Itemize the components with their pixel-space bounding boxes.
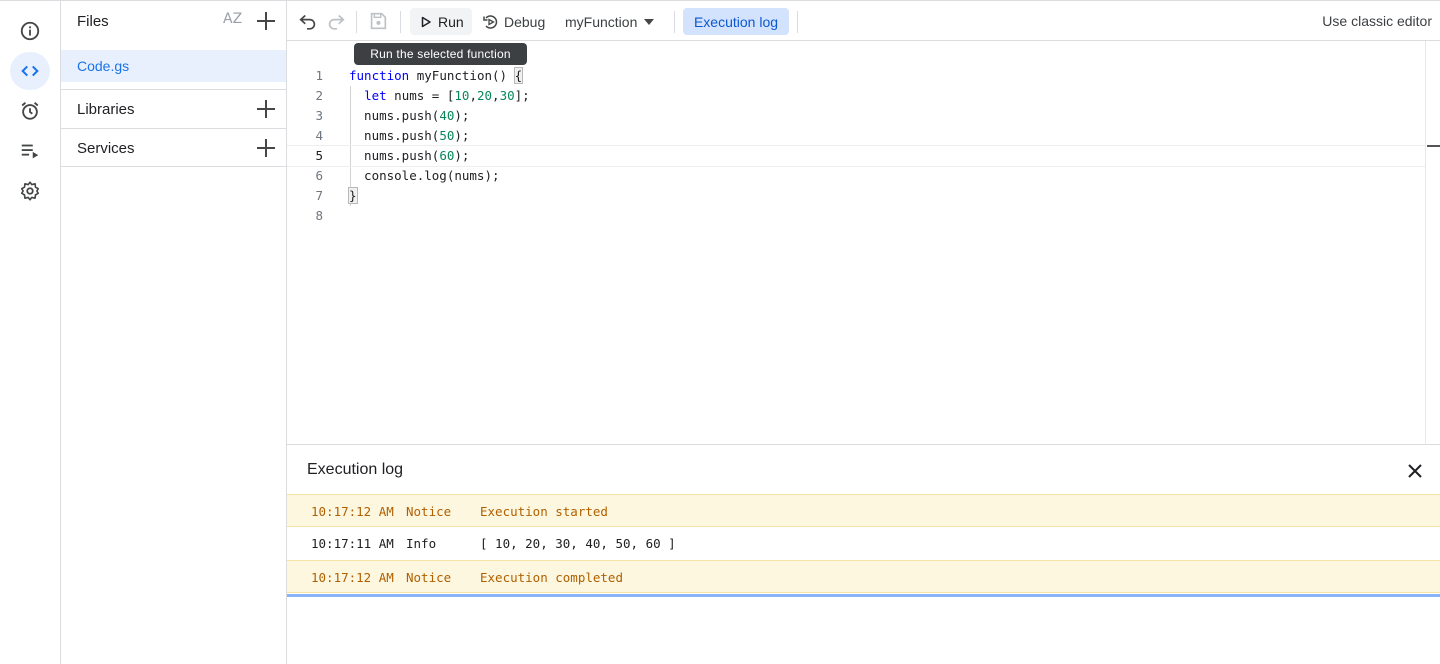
- log-end-indicator: [287, 594, 1440, 597]
- gear-icon: [20, 181, 40, 201]
- use-classic-editor-link[interactable]: Use classic editor: [1322, 13, 1432, 29]
- log-row: 10:17:12 AM Notice Execution started: [287, 494, 1440, 527]
- libraries-label: Libraries: [77, 101, 135, 118]
- code-line[interactable]: 3 nums.push(40);: [287, 106, 1425, 126]
- toolbar-divider: [797, 11, 798, 33]
- log-time: 10:17:11 AM: [311, 536, 394, 551]
- function-select[interactable]: myFunction: [565, 8, 655, 35]
- log-level: Info: [406, 536, 437, 551]
- run-button[interactable]: Run: [410, 8, 472, 35]
- code-line-text: let nums = [10,20,30];: [364, 88, 530, 103]
- line-number: 8: [315, 208, 323, 223]
- file-item-label: Code.gs: [77, 58, 130, 74]
- editor-button[interactable]: [10, 52, 50, 90]
- line-number: 4: [315, 128, 323, 143]
- code-line[interactable]: 4 nums.push(50);: [287, 126, 1425, 146]
- code-line[interactable]: 7 }: [287, 186, 1425, 206]
- log-level: Notice: [406, 504, 452, 519]
- services-label: Services: [77, 140, 135, 157]
- line-number: 5: [315, 148, 323, 163]
- debug-label: Debug: [504, 13, 546, 30]
- log-time: 10:17:12 AM: [311, 570, 394, 585]
- editor-toolbar: Run Debug myFunction Execution log Use c…: [287, 0, 1440, 41]
- code-line[interactable]: 6 console.log(nums);: [287, 166, 1425, 186]
- execution-log-label: Execution log: [693, 13, 779, 30]
- code-line-text: nums.push(60);: [349, 148, 470, 163]
- function-select-value: myFunction: [565, 13, 638, 30]
- executions-button[interactable]: [10, 132, 50, 170]
- toolbar-divider: [674, 11, 675, 33]
- files-panel: Files AZ Code.gs Libraries Services: [61, 0, 287, 664]
- executions-icon: [21, 144, 39, 159]
- log-row: 10:17:11 AM Info [ 10, 20, 30, 40, 50, 6…: [287, 527, 1440, 560]
- toolbar-divider: [400, 11, 401, 33]
- line-number: 1: [315, 68, 323, 83]
- debug-icon: [483, 14, 498, 29]
- undo-icon[interactable]: [297, 10, 319, 32]
- code-line[interactable]: 1 function myFunction() {: [287, 66, 1425, 86]
- run-tooltip: Run the selected function: [354, 43, 527, 65]
- code-editor[interactable]: 1 function myFunction() { 2 let nums = […: [287, 41, 1440, 444]
- code-line-text: function myFunction() {: [349, 67, 524, 84]
- log-row: 10:17:12 AM Notice Execution completed: [287, 560, 1440, 593]
- code-icon: [21, 65, 39, 77]
- file-item-code-gs[interactable]: Code.gs: [61, 50, 286, 82]
- line-number: 2: [315, 88, 323, 103]
- overview-button[interactable]: [10, 12, 50, 50]
- run-label: Run: [438, 13, 464, 30]
- log-message: Execution started: [480, 504, 608, 519]
- info-icon: [20, 21, 40, 41]
- save-icon[interactable]: [367, 10, 389, 32]
- play-icon: [421, 16, 431, 27]
- log-level: Notice: [406, 570, 452, 585]
- cursor-position-marker: [1427, 145, 1440, 147]
- add-library-icon[interactable]: [255, 98, 277, 120]
- redo-icon[interactable]: [325, 10, 347, 32]
- line-number: 3: [315, 108, 323, 123]
- alarm-icon: [21, 102, 39, 120]
- files-header: Files AZ: [61, 1, 287, 42]
- code-line-text: nums.push(40);: [349, 108, 470, 123]
- debug-button[interactable]: Debug: [483, 8, 545, 35]
- code-line-current[interactable]: 5 nums.push(60);: [287, 145, 1425, 167]
- line-number: 7: [315, 188, 323, 203]
- code-line-text: console.log(nums);: [349, 168, 500, 183]
- editor-scrollbar-track[interactable]: [1425, 41, 1426, 444]
- toolbar-divider: [356, 11, 357, 33]
- chevron-down-icon: [644, 18, 655, 25]
- execution-log-title: Execution log: [307, 461, 404, 478]
- libraries-section[interactable]: Libraries: [61, 89, 286, 128]
- code-line-text: }: [348, 187, 358, 204]
- close-icon[interactable]: [1404, 460, 1426, 482]
- log-time: 10:17:12 AM: [311, 504, 394, 519]
- line-number: 6: [315, 168, 323, 183]
- code-line[interactable]: 2 let nums = [10,20,30];: [287, 86, 1425, 106]
- code-line[interactable]: 8: [287, 206, 1425, 226]
- log-message: Execution completed: [480, 570, 623, 585]
- services-section[interactable]: Services: [61, 128, 286, 167]
- triggers-button[interactable]: [10, 92, 50, 130]
- settings-button[interactable]: [10, 172, 50, 210]
- left-nav-rail: [0, 0, 61, 664]
- execution-log-button[interactable]: Execution log: [683, 8, 789, 35]
- add-service-icon[interactable]: [255, 137, 277, 159]
- sort-az-icon[interactable]: AZ: [223, 11, 245, 33]
- execution-log-panel: Execution log 10:17:12 AM Notice Executi…: [287, 444, 1440, 664]
- code-line-text: nums.push(50);: [349, 128, 470, 143]
- log-message: [ 10, 20, 30, 40, 50, 60 ]: [480, 536, 676, 551]
- add-file-icon[interactable]: [255, 10, 277, 32]
- files-title: Files: [77, 13, 109, 30]
